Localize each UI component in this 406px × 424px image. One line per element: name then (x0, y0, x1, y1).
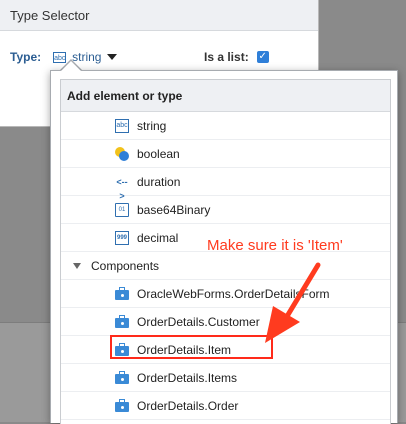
list-item-label: base64Binary (137, 202, 211, 217)
list-item-label: string (137, 118, 167, 133)
component-icon (115, 314, 129, 329)
list-item-label: OrderDetails.Order (137, 398, 239, 413)
list-item-label: OrderDetails.Items (137, 370, 238, 385)
annotation-text: Make sure it is 'Item' (207, 237, 343, 254)
list-item[interactable]: boolean (61, 140, 390, 168)
type-label: Type: (10, 50, 42, 64)
duration-icon: <--> (116, 176, 128, 201)
popup-pointer (61, 61, 81, 71)
list-item[interactable]: OrderDetails.Order (61, 392, 390, 420)
list-item[interactable]: OrderDetails.Items (61, 364, 390, 392)
list-item[interactable]: OracleWebForms.OrderDetailsForm (61, 280, 390, 308)
chevron-down-icon[interactable] (107, 54, 118, 60)
is-list-checkbox[interactable]: ✓ (256, 51, 269, 63)
component-icon (115, 286, 129, 301)
list-item-label: duration (137, 174, 181, 189)
component-icon (115, 370, 129, 385)
is-list-label: Is a list: (204, 50, 249, 64)
binary-icon: 01 (115, 202, 129, 217)
list-item-label: boolean (137, 146, 180, 161)
decimal-icon: 999 (115, 230, 129, 245)
list-item[interactable]: 01 base64Binary (61, 196, 390, 224)
list-item[interactable]: OrderDetails.Customer (61, 308, 390, 336)
dialog-title: Type Selector (0, 0, 318, 31)
popup-title: Add element or type (61, 80, 390, 112)
list-item-label: OrderDetails.Customer (137, 314, 260, 329)
group-label: Components (91, 258, 160, 273)
string-type-icon: abc (115, 118, 129, 133)
list-item-label: decimal (137, 230, 179, 245)
component-icon (115, 398, 129, 413)
list-item-label: OracleWebForms.OrderDetailsForm (137, 286, 330, 301)
components-group-header[interactable]: Components (61, 252, 390, 280)
list-item[interactable]: <--> duration (61, 168, 390, 201)
type-list: abc string boolean <--> duration 01 base… (61, 112, 390, 420)
boolean-icon (115, 146, 129, 161)
highlight-box (110, 335, 273, 359)
expand-triangle-icon[interactable] (73, 262, 81, 269)
list-item[interactable]: abc string (61, 112, 390, 140)
is-list-row: Is a list: ✓ (204, 50, 269, 64)
